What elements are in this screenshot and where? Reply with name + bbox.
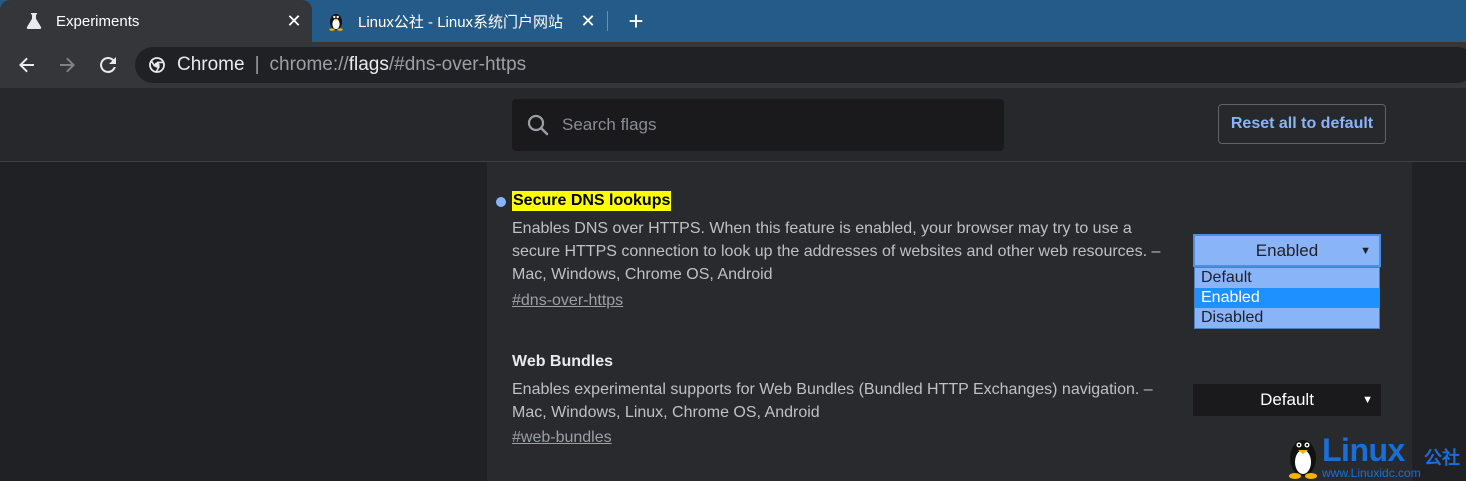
option-disabled[interactable]: Disabled	[1195, 308, 1379, 328]
penguin-icon	[1289, 440, 1317, 479]
watermark-brand: Linux	[1322, 432, 1405, 468]
forward-button[interactable]	[54, 52, 80, 78]
back-button[interactable]	[14, 52, 40, 78]
flag-title: Web Bundles	[512, 353, 614, 370]
flag-title: Secure DNS lookups	[512, 191, 672, 211]
toolbar: Chrome | chrome://flags/#dns-over-https	[0, 42, 1466, 88]
chevron-down-icon: ▼	[1362, 394, 1373, 406]
chrome-icon	[149, 57, 165, 73]
penguin-icon	[326, 11, 346, 31]
tab-divider	[607, 11, 608, 31]
search-icon	[526, 113, 550, 137]
flag-select-web-bundles[interactable]: Default ▼	[1193, 384, 1381, 416]
address-bar[interactable]: Chrome | chrome://flags/#dns-over-https	[135, 47, 1466, 83]
left-margin	[0, 162, 487, 481]
watermark-url: www.Linuxidc.com	[1322, 466, 1421, 480]
origin-chip: Chrome	[177, 54, 245, 75]
url-scheme: chrome://	[269, 54, 349, 75]
watermark: Linux 公社 www.Linuxidc.com	[1284, 430, 1464, 480]
tab-linuxidc[interactable]: Linux公社 - Linux系统门户网站 ✕	[314, 0, 606, 42]
flag-description: Enables experimental supports for Web Bu…	[512, 381, 1153, 421]
reset-all-button[interactable]: Reset all to default	[1218, 104, 1386, 144]
tab-title: Experiments	[56, 12, 140, 30]
new-tab-button[interactable]: +	[622, 6, 650, 36]
search-box[interactable]	[512, 99, 1004, 151]
select-dropdown: Default Enabled Disabled	[1194, 267, 1380, 329]
omnibox-separator: |	[254, 54, 260, 75]
arrow-left-icon	[19, 57, 34, 73]
select-value: Default	[1260, 390, 1314, 409]
close-icon[interactable]: ✕	[576, 9, 600, 33]
flag-permalink[interactable]: #web-bundles	[512, 429, 612, 447]
search-input[interactable]	[560, 114, 984, 136]
tab-title: Linux公社 - Linux系统门户网站	[358, 13, 564, 31]
watermark-brand-cn: 公社	[1424, 448, 1460, 468]
reload-button[interactable]	[95, 52, 121, 78]
option-default[interactable]: Default	[1195, 268, 1379, 288]
flags-header: Reset all to default	[0, 88, 1466, 162]
tab-strip: Experiments ✕ Linux公社 - Linux系统门户网站 ✕ +	[0, 0, 1466, 42]
flag-description: Enables DNS over HTTPS. When this featur…	[512, 220, 1161, 283]
reload-icon	[100, 56, 116, 73]
flask-icon	[24, 11, 44, 31]
arrow-right-icon	[60, 57, 75, 73]
url-host: flags	[348, 54, 389, 75]
flag-select-dns[interactable]: Enabled ▼	[1193, 234, 1381, 267]
chevron-down-icon: ▼	[1360, 244, 1371, 257]
tab-experiments[interactable]: Experiments ✕	[0, 0, 312, 42]
close-icon[interactable]: ✕	[282, 9, 306, 33]
select-value: Enabled	[1255, 240, 1319, 260]
modified-indicator	[496, 197, 506, 207]
flag-permalink[interactable]: #dns-over-https	[512, 292, 623, 310]
url-path: /#dns-over-https	[388, 54, 527, 75]
option-enabled[interactable]: Enabled	[1195, 288, 1379, 308]
